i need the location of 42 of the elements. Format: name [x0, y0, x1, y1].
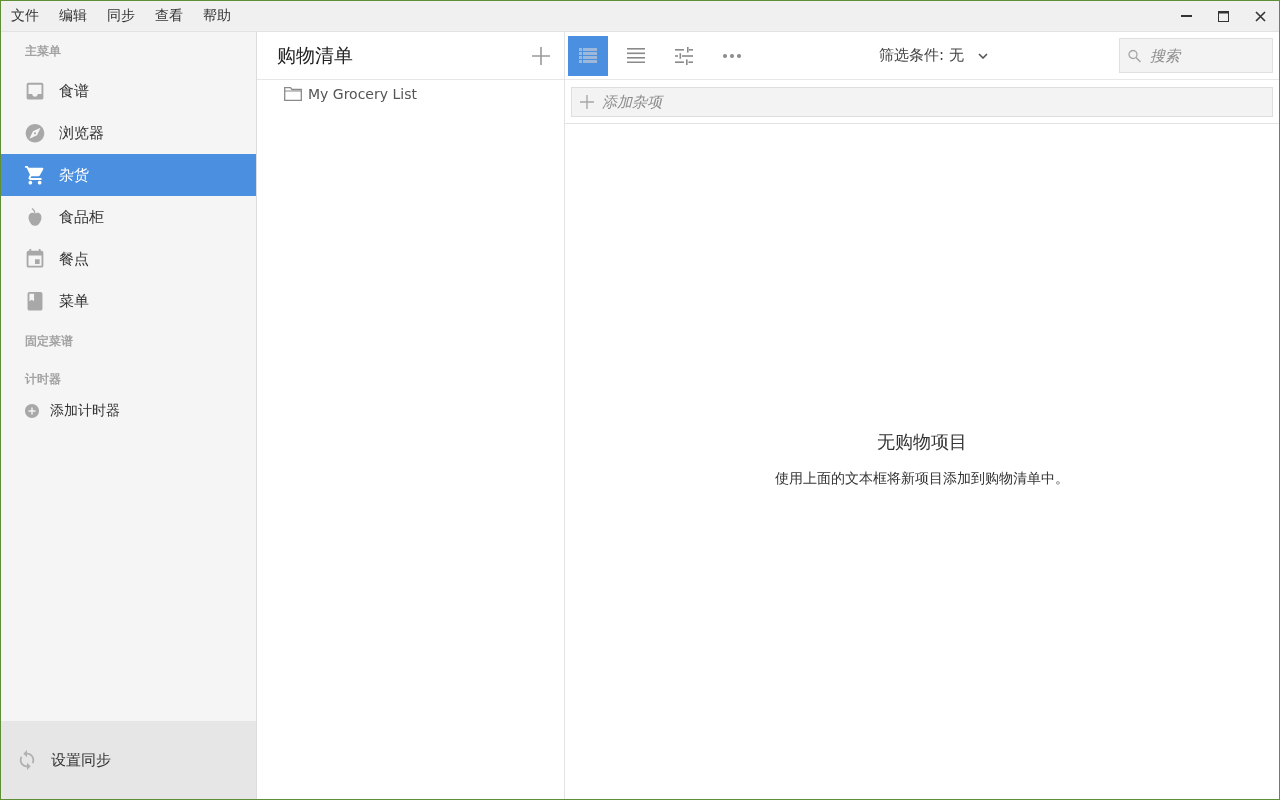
cart-icon: [25, 165, 45, 185]
empty-state-message: 使用上面的文本框将新项目添加到购物清单中。: [775, 469, 1069, 488]
section-heading: 主菜单: [24, 43, 61, 60]
add-list-button[interactable]: [532, 46, 550, 65]
list-item[interactable]: My Grocery List: [282, 84, 419, 104]
folder-icon: [284, 87, 302, 101]
section-heading: 固定菜谱: [24, 333, 73, 350]
menu-item[interactable]: 查看: [145, 1, 193, 31]
tray-icon: [25, 81, 45, 101]
panel-title: 购物清单: [277, 42, 353, 68]
minimize-icon: [1181, 15, 1192, 17]
nav-item[interactable]: 菜单: [1, 280, 256, 322]
detailed-list-icon: [579, 48, 597, 63]
list-icon: [627, 48, 645, 63]
menu-item[interactable]: 同步: [97, 1, 145, 31]
nav-item[interactable]: 餐点: [1, 238, 256, 280]
sync-icon: [19, 750, 35, 770]
nav-item[interactable]: 食品柜: [1, 196, 256, 238]
menu-item[interactable]: 文件: [1, 1, 49, 31]
nav-item[interactable]: 食谱: [1, 70, 256, 112]
calendar-icon: [25, 249, 45, 269]
add-item-field[interactable]: 添加杂项: [571, 87, 1273, 117]
section-heading: 计时器: [23, 371, 61, 388]
book-icon: [25, 291, 45, 311]
filter-dropdown[interactable]: 筛选条件: 无: [875, 42, 992, 69]
nav-item[interactable]: 浏览器: [1, 112, 256, 154]
sliders-icon: [675, 46, 693, 65]
close-icon: [1255, 10, 1266, 22]
detailed-list-view-button[interactable]: [568, 35, 608, 76]
menu-item[interactable]: 帮助: [193, 1, 241, 31]
plus-icon: [532, 46, 550, 65]
plus-icon: [580, 95, 594, 109]
search-field[interactable]: 搜索: [1119, 38, 1273, 73]
search-icon: [1128, 49, 1141, 62]
more-icon: [723, 53, 741, 58]
menu-item[interactable]: 编辑: [49, 1, 97, 31]
empty-state-title: 无购物项目: [877, 429, 967, 454]
add-timer-button[interactable]: 添加计时器: [1, 398, 120, 424]
chevron-down-icon: [977, 52, 988, 59]
compass-icon: [25, 123, 45, 143]
sync-settings-button[interactable]: 设置同步: [19, 750, 111, 770]
maximize-icon: [1218, 10, 1229, 22]
